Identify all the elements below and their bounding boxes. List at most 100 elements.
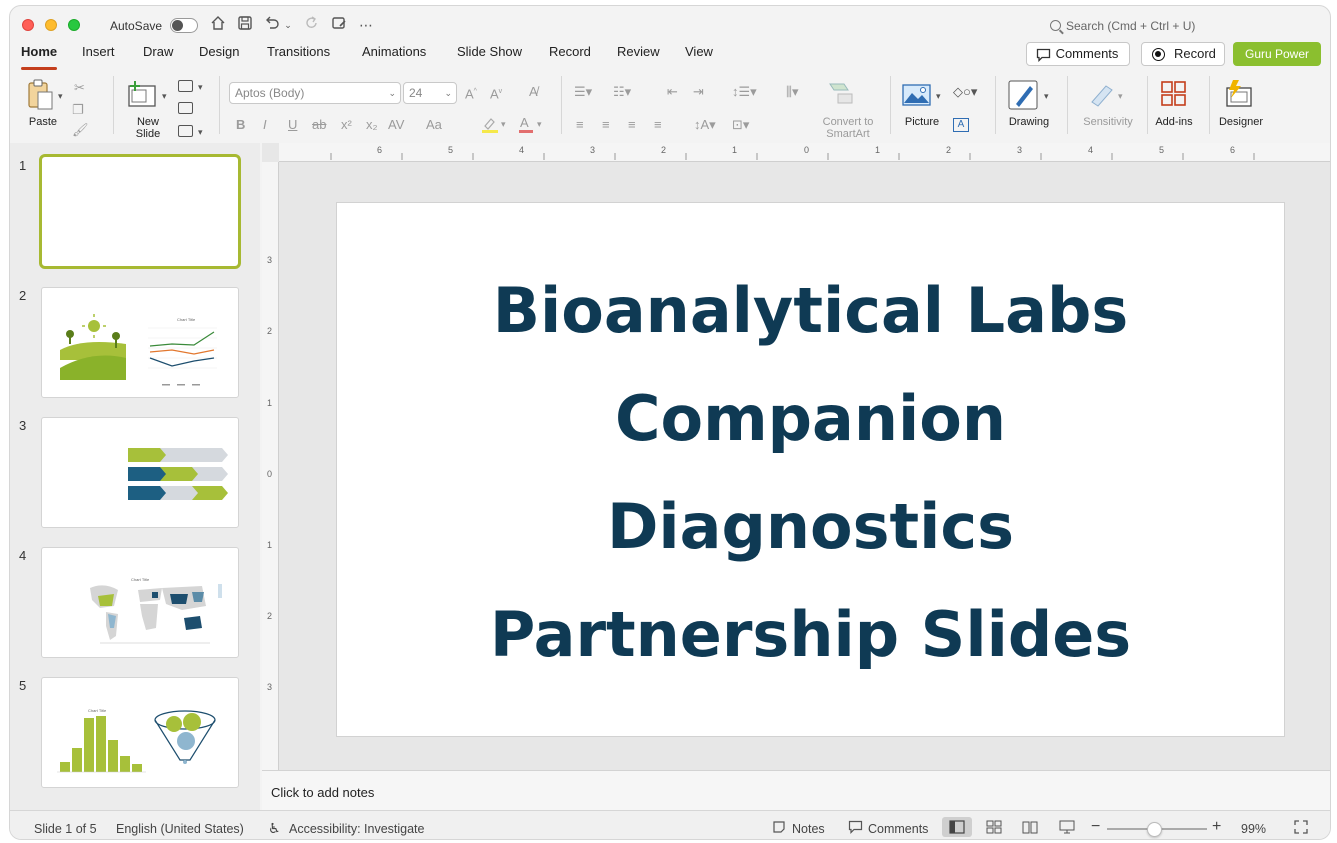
paste-icon[interactable] [26, 78, 56, 112]
sensitivity-icon[interactable] [1088, 80, 1116, 108]
clear-formatting-icon[interactable]: A̸ [529, 84, 538, 100]
minimize-window-button[interactable] [45, 19, 57, 31]
fit-to-window-button[interactable] [1292, 817, 1312, 837]
reading-view-button[interactable] [1018, 817, 1042, 837]
zoom-out-icon[interactable]: − [1091, 818, 1100, 836]
undo-dropdown-icon[interactable]: ⌄ [282, 15, 294, 35]
zoom-level[interactable]: 99% [1241, 822, 1266, 836]
zoom-in-icon[interactable]: + [1212, 818, 1221, 836]
text-box-icon[interactable]: A [953, 118, 969, 132]
text-direction-icon[interactable]: ↕A▾ [694, 117, 716, 133]
cut-icon[interactable]: ✂ [74, 80, 85, 96]
autosave-toggle[interactable] [170, 18, 198, 33]
thumbnail-4-graphic: Chart Title [90, 577, 222, 644]
notes-pane[interactable]: Click to add notes [262, 770, 1330, 810]
tab-view[interactable]: View [685, 44, 713, 70]
home-icon[interactable] [208, 15, 228, 35]
record-button[interactable]: Record [1141, 42, 1225, 66]
picture-icon[interactable] [902, 82, 932, 108]
highlight-icon[interactable]: ▾ [481, 116, 509, 138]
tab-animations[interactable]: Animations [362, 44, 426, 70]
more-options-icon[interactable]: ⋯ [356, 15, 376, 35]
layout-dropdown-icon[interactable]: ▾ [198, 79, 203, 95]
font-name-select[interactable]: Aptos (Body) ⌄ [229, 82, 401, 104]
save-icon[interactable] [235, 15, 255, 35]
align-text-icon[interactable]: ⊡▾ [732, 117, 749, 133]
bold-icon[interactable]: B [236, 117, 245, 133]
tab-review[interactable]: Review [617, 44, 660, 70]
slide-thumbnail-5[interactable]: Chart Title [41, 677, 239, 788]
columns-icon[interactable]: ⫼▾ [786, 84, 799, 100]
sensitivity-dropdown-icon[interactable]: ▾ [1118, 88, 1123, 104]
decrease-font-size-icon[interactable]: Av [490, 84, 502, 102]
add-ins-icon[interactable] [1160, 80, 1188, 108]
paste-dropdown-icon[interactable]: ▾ [58, 88, 63, 104]
align-center-icon[interactable]: ≡ [602, 117, 610, 133]
accessibility-icon[interactable]: ♿ [268, 820, 281, 837]
align-right-icon[interactable]: ≡ [628, 117, 636, 133]
close-window-button[interactable] [22, 19, 34, 31]
line-spacing-icon[interactable]: ↕☰▾ [732, 84, 757, 100]
slide-thumbnail-3[interactable] [41, 417, 239, 528]
comments-toggle-button[interactable]: Comments [846, 817, 936, 837]
format-painter-icon[interactable]: 🖌 [72, 122, 89, 138]
copy-icon[interactable]: ❐ [72, 102, 84, 118]
underline-icon[interactable]: U [288, 117, 297, 133]
drawing-dropdown-icon[interactable]: ▾ [1044, 88, 1049, 104]
subscript-icon[interactable]: x₂ [366, 117, 378, 133]
slideshow-from-start-icon[interactable] [329, 15, 349, 35]
normal-view-button[interactable] [942, 817, 972, 837]
numbering-icon[interactable]: ☷▾ [613, 84, 631, 100]
slide-sorter-button[interactable] [982, 817, 1006, 837]
guru-power-button[interactable]: Guru Power [1233, 42, 1321, 66]
decrease-indent-icon[interactable]: ⇤ [667, 84, 678, 100]
shapes-icon[interactable]: ◇○▾ [953, 84, 977, 100]
slideshow-view-button[interactable] [1055, 817, 1079, 837]
slide-thumbnail-2[interactable]: Chart Title [41, 287, 239, 398]
tab-home[interactable]: Home [21, 44, 58, 70]
italic-icon[interactable]: I [263, 117, 267, 133]
increase-font-size-icon[interactable]: A^ [465, 84, 477, 102]
character-spacing-icon[interactable]: AV [388, 117, 404, 133]
justify-icon[interactable]: ≡ [654, 117, 662, 133]
section-icon[interactable] [178, 125, 193, 137]
designer-icon[interactable] [1223, 78, 1255, 110]
smartart-icon[interactable] [828, 82, 856, 106]
slide-title[interactable]: Bioanalytical Labs Companion Diagnostics… [337, 257, 1284, 689]
strikethrough-icon[interactable]: ab [312, 117, 326, 133]
tab-slide-show[interactable]: Slide Show [457, 44, 522, 70]
bullets-icon[interactable]: ☰▾ [574, 84, 592, 100]
tab-transitions[interactable]: Transitions [267, 44, 330, 70]
drawing-icon[interactable] [1008, 80, 1040, 110]
layout-icon[interactable] [178, 80, 193, 92]
align-left-icon[interactable]: ≡ [576, 117, 584, 133]
picture-dropdown-icon[interactable]: ▾ [936, 88, 941, 104]
ruler-label: 2 [267, 611, 273, 621]
notes-toggle-button[interactable]: Notes [770, 817, 840, 837]
increase-indent-icon[interactable]: ⇥ [693, 84, 704, 100]
superscript-icon[interactable]: x² [341, 117, 352, 133]
new-slide-icon[interactable] [127, 80, 159, 108]
slide-thumbnail-1[interactable] [39, 154, 241, 269]
new-slide-dropdown-icon[interactable]: ▾ [162, 88, 167, 104]
redo-icon[interactable] [302, 15, 322, 35]
accessibility-status[interactable]: Accessibility: Investigate [289, 822, 424, 836]
tab-draw[interactable]: Draw [143, 44, 173, 70]
change-case-icon[interactable]: Aa [426, 117, 442, 133]
tab-record[interactable]: Record [549, 44, 591, 70]
maximize-window-button[interactable] [68, 19, 80, 31]
tab-insert[interactable]: Insert [82, 44, 115, 70]
comments-button[interactable]: Comments [1026, 42, 1130, 66]
tab-design[interactable]: Design [199, 44, 239, 70]
font-color-icon[interactable]: A ▾ [518, 115, 546, 138]
search-box[interactable]: Search (Cmd + Ctrl + U) [1050, 19, 1195, 33]
thumb-number: 2 [19, 288, 27, 303]
current-slide-canvas[interactable]: Bioanalytical Labs Companion Diagnostics… [337, 203, 1284, 736]
slide-thumbnail-4[interactable]: Chart Title [41, 547, 239, 658]
zoom-slider-handle[interactable] [1147, 822, 1162, 837]
language-indicator[interactable]: English (United States) [116, 822, 244, 836]
reset-icon[interactable] [178, 102, 193, 114]
section-dropdown-icon[interactable]: ▾ [198, 124, 203, 140]
font-size-select[interactable]: 24 ⌄ [403, 82, 457, 104]
undo-icon[interactable] [262, 15, 282, 35]
